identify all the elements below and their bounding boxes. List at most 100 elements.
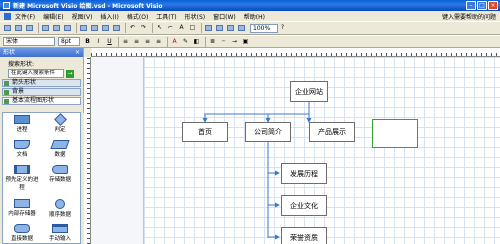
master-stored-data[interactable]: 存储数据 bbox=[41, 165, 79, 183]
line-color-icon[interactable]: ✎ bbox=[181, 37, 190, 46]
shapes-window-icon[interactable] bbox=[215, 24, 224, 33]
align-right-icon[interactable]: ≡ bbox=[143, 37, 152, 46]
stencil-icon bbox=[4, 81, 9, 86]
line-pattern-icon[interactable]: ┄ bbox=[219, 37, 228, 46]
help-question-box[interactable]: 键入需要帮助的问题 bbox=[442, 12, 496, 21]
window-controls: – □ × bbox=[466, 1, 498, 10]
horizontal-ruler[interactable] bbox=[91, 48, 500, 57]
new-icon[interactable] bbox=[3, 24, 12, 33]
drawing-page[interactable]: 企业网站 首页 公司简介 产品展示 发展历程 企业文化 荣誉资质 bbox=[143, 57, 500, 244]
vertical-ruler[interactable] bbox=[84, 57, 91, 244]
master-decision[interactable]: 判定 bbox=[41, 113, 79, 133]
drawing-canvas[interactable]: 企业网站 首页 公司简介 产品展示 发展历程 企业文化 荣誉资质 bbox=[91, 57, 500, 244]
pointer-tool-icon[interactable]: ↖ bbox=[155, 24, 164, 33]
connector-tool-icon[interactable]: ⌐ bbox=[166, 24, 175, 33]
stencil-basic-flowchart[interactable]: 基本流程图形状 bbox=[2, 97, 81, 105]
menu-file[interactable]: 文件(F) bbox=[15, 12, 35, 21]
close-pane-icon[interactable]: × bbox=[75, 48, 80, 57]
node-company-profile[interactable]: 公司简介 bbox=[245, 122, 291, 142]
master-sequential-data[interactable]: 顺序数据 bbox=[41, 199, 79, 218]
spelling-icon[interactable] bbox=[63, 24, 72, 33]
master-predefined-process[interactable]: 预先定义的进程 bbox=[3, 165, 41, 191]
process-shape-icon bbox=[14, 115, 30, 124]
help-icon[interactable]: ? bbox=[278, 24, 287, 33]
pan-zoom-icon[interactable] bbox=[226, 24, 235, 33]
paste-icon[interactable] bbox=[101, 24, 110, 33]
line-weight-icon[interactable]: ≣ bbox=[208, 37, 217, 46]
search-row: 在此键入搜索条件 → bbox=[0, 69, 83, 78]
node-history[interactable]: 发展历程 bbox=[281, 163, 327, 184]
master-label: 直接数据 bbox=[10, 236, 33, 242]
italic-button[interactable]: I bbox=[94, 37, 103, 46]
shapes-pane: 形状 × 搜索形状: 在此键入搜索条件 → 箭头形状 背景 基本流程图形状 进程… bbox=[0, 48, 86, 244]
stencil-backgrounds[interactable]: 背景 bbox=[2, 88, 81, 96]
search-input[interactable]: 在此键入搜索条件 bbox=[8, 69, 64, 78]
master-process[interactable]: 进程 bbox=[3, 115, 41, 133]
node-home[interactable]: 首页 bbox=[182, 122, 228, 142]
stencil-label: 箭头形状 bbox=[12, 79, 37, 86]
minimize-button[interactable]: – bbox=[466, 1, 476, 10]
stencil-icon bbox=[4, 99, 9, 104]
node-culture[interactable]: 企业文化 bbox=[281, 195, 327, 216]
node-products[interactable]: 产品展示 bbox=[309, 122, 355, 142]
fill-color-icon[interactable]: ◧ bbox=[192, 37, 201, 46]
master-direct-data[interactable]: 直接数据 bbox=[3, 224, 41, 242]
connector-root-n1[interactable] bbox=[202, 102, 310, 123]
bold-button[interactable]: B bbox=[83, 37, 92, 46]
save-icon[interactable] bbox=[25, 24, 34, 33]
node-root[interactable]: 企业网站 bbox=[290, 81, 328, 102]
stencil-arrows[interactable]: 箭头形状 bbox=[2, 79, 81, 87]
preview-icon[interactable] bbox=[52, 24, 61, 33]
align-center-icon[interactable]: ≡ bbox=[132, 37, 141, 46]
toolbar-separator bbox=[76, 23, 77, 33]
menu-bar: 文件(F) 编辑(E) 视图(V) 插入(I) 格式(O) 工具(T) 形状(S… bbox=[0, 11, 500, 21]
close-button[interactable]: × bbox=[488, 1, 498, 10]
insert-hyperlink-icon[interactable] bbox=[237, 24, 246, 33]
rectangle-tool-icon[interactable]: □ bbox=[188, 24, 197, 33]
justify-icon[interactable]: ≡ bbox=[154, 37, 163, 46]
shadow-color-icon[interactable]: ▣ bbox=[241, 37, 250, 46]
format-painter-icon[interactable] bbox=[112, 24, 121, 33]
master-label: 预先定义的进程 bbox=[5, 177, 39, 191]
toolbar-separator bbox=[125, 23, 126, 33]
master-label: 进程 bbox=[16, 127, 28, 133]
menu-format[interactable]: 格式(O) bbox=[127, 12, 148, 21]
menu-view[interactable]: 视图(V) bbox=[72, 12, 93, 21]
print-icon[interactable] bbox=[41, 24, 50, 33]
undo-icon[interactable]: ↶ bbox=[128, 24, 137, 33]
connector-root-n2[interactable] bbox=[265, 113, 309, 123]
font-color-icon[interactable]: A bbox=[170, 37, 179, 46]
cut-icon[interactable] bbox=[79, 24, 88, 33]
master-data[interactable]: 数据 bbox=[41, 140, 79, 158]
stencil-icon bbox=[4, 90, 9, 95]
selected-empty-shape[interactable] bbox=[372, 119, 418, 148]
master-label: 顺序数据 bbox=[48, 212, 71, 218]
open-icon[interactable] bbox=[14, 24, 23, 33]
stamp-tool-icon[interactable] bbox=[204, 24, 213, 33]
text-tool-icon[interactable]: A bbox=[177, 24, 186, 33]
master-manual-input[interactable]: 手动输入 bbox=[41, 224, 79, 242]
document-shape-icon bbox=[14, 140, 30, 149]
toolbar-separator bbox=[201, 23, 202, 33]
maximize-button[interactable]: □ bbox=[477, 1, 487, 10]
redo-icon[interactable]: ↷ bbox=[139, 24, 148, 33]
copy-icon[interactable] bbox=[90, 24, 99, 33]
stored-data-shape-icon bbox=[52, 165, 68, 174]
menu-insert[interactable]: 插入(I) bbox=[100, 12, 118, 21]
menu-tools[interactable]: 工具(T) bbox=[156, 12, 176, 21]
font-size-dropdown[interactable]: 8pt bbox=[58, 37, 80, 46]
menu-window[interactable]: 窗口(W) bbox=[213, 12, 236, 21]
search-go-icon[interactable]: → bbox=[66, 69, 74, 78]
zoom-dropdown[interactable]: 100% bbox=[250, 23, 278, 33]
align-left-icon[interactable]: ≡ bbox=[121, 37, 130, 46]
menu-help[interactable]: 帮助(H) bbox=[244, 12, 265, 21]
menu-edit[interactable]: 编辑(E) bbox=[43, 12, 63, 21]
master-document[interactable]: 文档 bbox=[3, 140, 41, 158]
toolbar-separator bbox=[118, 36, 119, 47]
node-honors[interactable]: 荣誉资质 bbox=[281, 227, 327, 244]
underline-button[interactable]: U bbox=[105, 37, 114, 46]
master-internal-storage[interactable]: 内部存储器 bbox=[3, 199, 41, 217]
menu-shape[interactable]: 形状(S) bbox=[185, 12, 206, 21]
line-ends-icon[interactable]: → bbox=[230, 37, 239, 46]
font-dropdown[interactable]: 宋体 bbox=[3, 37, 55, 46]
